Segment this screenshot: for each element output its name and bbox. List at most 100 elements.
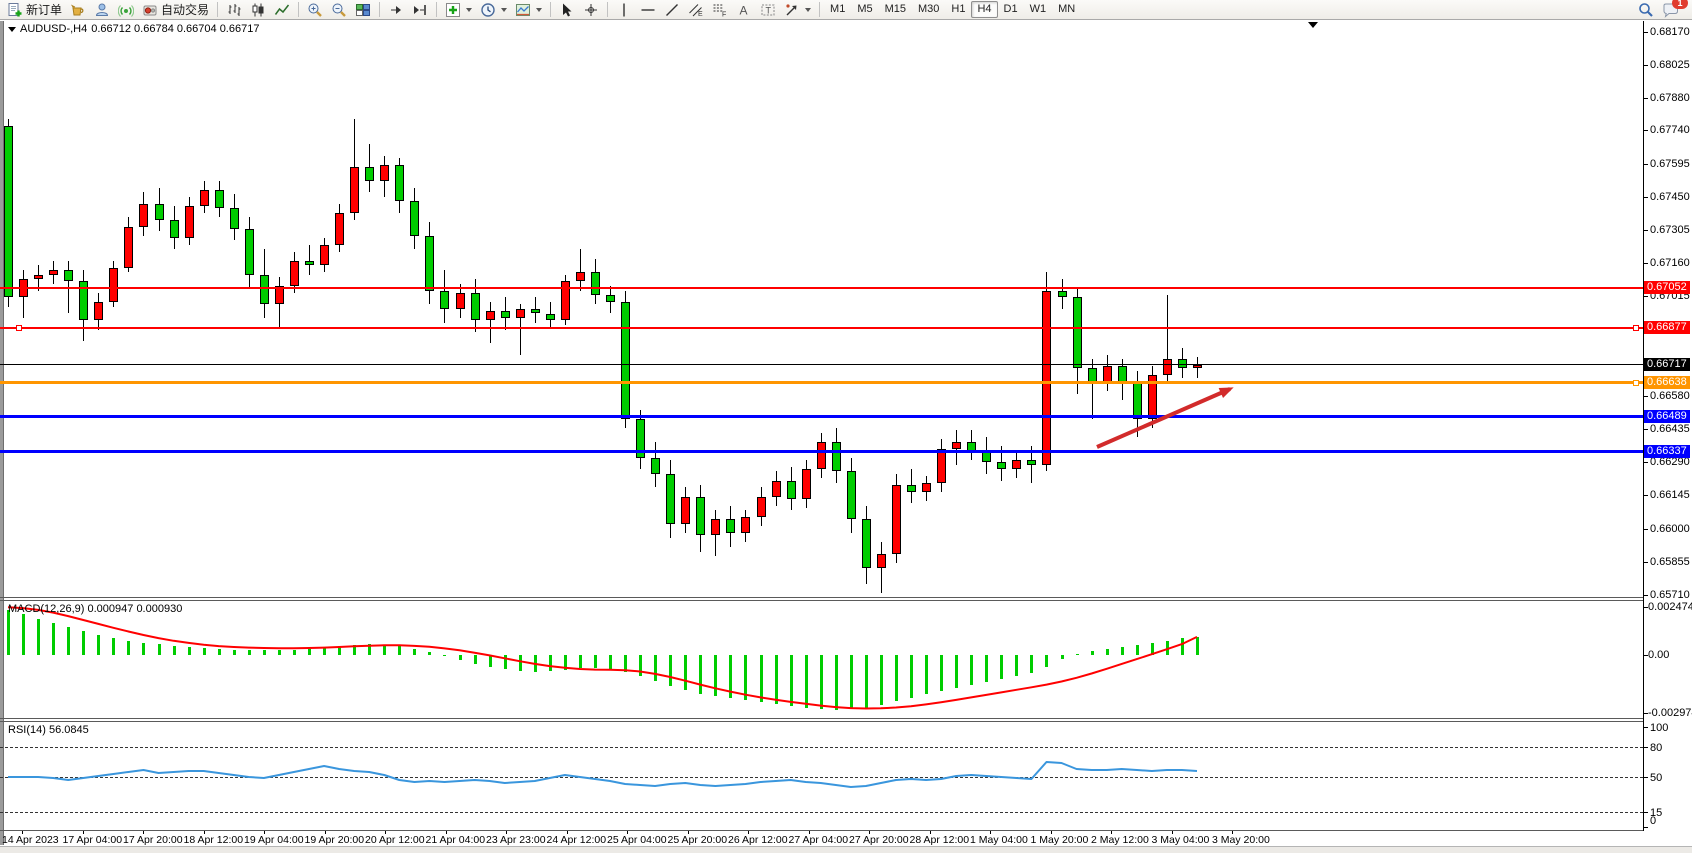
time-tick-label: 21 Apr 04:00 xyxy=(426,834,486,846)
rsi-tick-mark xyxy=(1643,777,1648,778)
timeframe-w1[interactable]: W1 xyxy=(1024,1,1053,18)
time-tick-label: 26 Apr 12:00 xyxy=(728,834,788,846)
timeframe-d1[interactable]: D1 xyxy=(998,1,1024,18)
timeframe-h1[interactable]: H1 xyxy=(945,1,971,18)
macd-label: MACD(12,26,9) xyxy=(8,603,84,615)
periods-button[interactable] xyxy=(476,0,511,20)
fibonacci-tool-button[interactable]: F xyxy=(708,0,732,20)
time-tick-label: 17 Apr 20:00 xyxy=(123,834,183,846)
notification-badge: 1 xyxy=(1672,0,1688,9)
bar-chart-icon xyxy=(226,2,242,18)
text-tool-button[interactable]: A xyxy=(732,0,756,20)
indicators-button[interactable] xyxy=(441,0,476,20)
symbol-collapse-icon[interactable] xyxy=(8,27,16,32)
price-tick-mark xyxy=(1643,65,1648,66)
price-tick-label: 0.68170 xyxy=(1650,26,1690,38)
time-tick-label: 17 Apr 04:00 xyxy=(63,834,123,846)
time-tick-label: 27 Apr 04:00 xyxy=(789,834,849,846)
zoom-in-button[interactable] xyxy=(303,0,327,20)
rsi-tick-label: 100 xyxy=(1650,722,1668,734)
crosshair-tool-button[interactable] xyxy=(579,0,603,20)
time-tick-label: 27 Apr 20:00 xyxy=(849,834,909,846)
auto-trading-icon xyxy=(142,2,158,18)
channel-tool-button[interactable]: E xyxy=(684,0,708,20)
zoom-out-button[interactable] xyxy=(327,0,351,20)
trendline-tool-button[interactable] xyxy=(660,0,684,20)
time-tick-label: 24 Apr 12:00 xyxy=(547,834,607,846)
macd-signal-value: 0.000930 xyxy=(136,603,182,615)
indicators-icon xyxy=(445,2,461,18)
macd-signal-line xyxy=(8,607,1197,708)
timeframe-m30[interactable]: M30 xyxy=(912,1,945,18)
time-tick-label: 3 May 20:00 xyxy=(1212,834,1270,846)
time-axis-border xyxy=(0,830,1643,831)
chevron-down-icon xyxy=(466,8,472,12)
fibonacci-icon: F xyxy=(712,2,728,18)
rsi-tick-mark xyxy=(1643,827,1648,828)
search-button[interactable] xyxy=(1634,0,1658,20)
price-tick-label: 0.67880 xyxy=(1650,92,1690,104)
auto-scroll-icon xyxy=(388,2,404,18)
symbol-ohlc-bar: AUDUSD-,H4 0.66712 0.66784 0.66704 0.667… xyxy=(8,23,259,35)
vertical-line-tool-button[interactable] xyxy=(612,0,636,20)
toolbar-separator xyxy=(298,2,299,17)
arrows-tool-button[interactable] xyxy=(780,0,815,20)
chart-shift-marker[interactable] xyxy=(1308,22,1318,28)
text-label-icon: T xyxy=(760,2,776,18)
svg-text:F: F xyxy=(722,11,726,18)
zoom-in-icon xyxy=(307,2,323,18)
toolbar-separator xyxy=(217,2,218,17)
price-tick-label: 0.66145 xyxy=(1650,489,1690,501)
time-tick-label: 2 May 12:00 xyxy=(1091,834,1149,846)
timeframe-h4[interactable]: H4 xyxy=(971,1,997,18)
trendline-icon xyxy=(664,2,680,18)
community-button[interactable] xyxy=(90,0,114,20)
trend-arrow[interactable] xyxy=(1097,389,1230,447)
time-tick-label: 23 Apr 23:00 xyxy=(486,834,546,846)
horizontal-line-tool-button[interactable] xyxy=(636,0,660,20)
line-chart-button[interactable] xyxy=(270,0,294,20)
timeframe-mn[interactable]: MN xyxy=(1052,1,1081,18)
timeframe-m5[interactable]: M5 xyxy=(851,1,878,18)
timeframe-m15[interactable]: M15 xyxy=(879,1,912,18)
notifications-button[interactable]: 1 xyxy=(1658,0,1683,20)
zoom-out-icon xyxy=(331,2,347,18)
auto-scroll-button[interactable] xyxy=(384,0,408,20)
price-level-tag: 0.67052 xyxy=(1644,281,1690,294)
clock-icon xyxy=(480,2,496,18)
chart-shift-button[interactable] xyxy=(408,0,432,20)
price-tick-label: 0.67305 xyxy=(1650,224,1690,236)
main-macd-splitter-bottom[interactable] xyxy=(0,600,1643,601)
timeframe-m1[interactable]: M1 xyxy=(824,1,851,18)
auto-trading-button[interactable]: 自动交易 xyxy=(138,0,213,20)
signals-button[interactable] xyxy=(114,0,138,20)
macd-main-value: 0.000947 xyxy=(87,603,133,615)
new-order-button[interactable]: 新订单 xyxy=(3,0,66,20)
macd-tick-label: 0.002474 xyxy=(1648,601,1692,613)
crosshair-icon xyxy=(583,2,599,18)
templates-button[interactable] xyxy=(511,0,546,20)
price-level-tag: 0.66489 xyxy=(1644,410,1690,423)
price-tick-label: 0.65710 xyxy=(1650,589,1690,601)
cursor-tool-button[interactable] xyxy=(555,0,579,20)
equidistant-channel-icon: E xyxy=(688,2,704,18)
mt4-terminal: 新订单 xyxy=(0,0,1692,853)
price-tick-mark xyxy=(1643,98,1648,99)
chevron-down-icon xyxy=(501,8,507,12)
toolbar-separator xyxy=(379,2,380,17)
price-tick-mark xyxy=(1643,595,1648,596)
time-tick-label: 25 Apr 04:00 xyxy=(607,834,667,846)
price-tick-mark xyxy=(1643,263,1648,264)
text-icon: A xyxy=(736,2,752,18)
main-macd-splitter-top[interactable] xyxy=(0,597,1643,598)
bar-chart-button[interactable] xyxy=(222,0,246,20)
macd-rsi-splitter-top[interactable] xyxy=(0,718,1643,719)
styles-button[interactable] xyxy=(66,0,90,20)
candlestick-chart-button[interactable] xyxy=(246,0,270,20)
template-icon xyxy=(515,2,531,18)
text-label-tool-button[interactable]: T xyxy=(756,0,780,20)
tile-windows-button[interactable] xyxy=(351,0,375,20)
time-tick-label: 18 Apr 12:00 xyxy=(184,834,244,846)
svg-text:T: T xyxy=(766,5,772,15)
macd-rsi-splitter-bottom[interactable] xyxy=(0,721,1643,722)
